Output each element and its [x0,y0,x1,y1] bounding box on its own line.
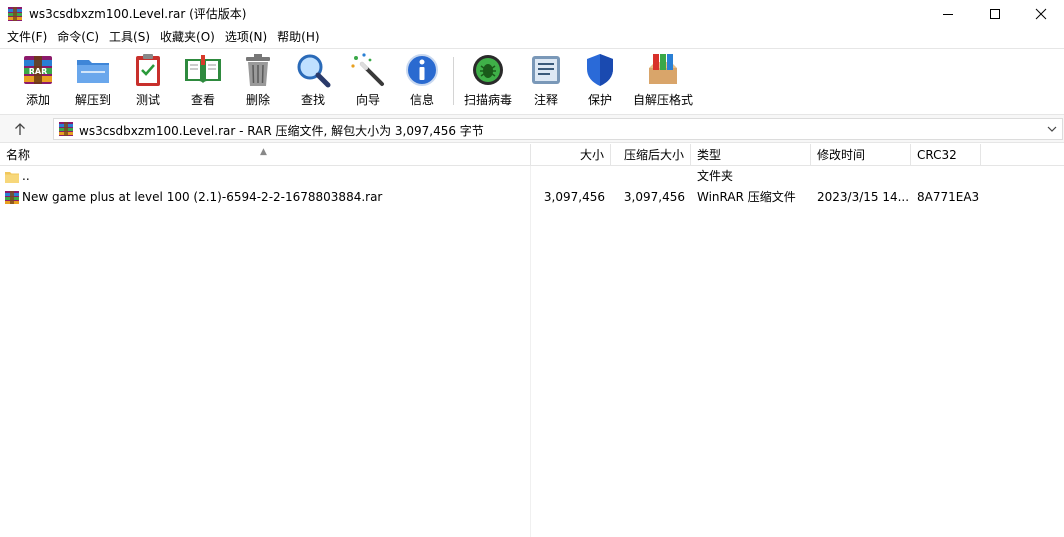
folder-icon [5,172,19,183]
virus-scan-label: 扫描病毒 [463,93,512,107]
menu-options[interactable]: 选项(N) [220,27,272,48]
column-header-type[interactable]: 类型 [691,144,811,166]
info-icon [406,54,438,86]
menu-help[interactable]: 帮助(H) [272,27,324,48]
column-packed-label: 压缩后大小 [623,148,684,162]
column-header-size[interactable]: 大小 [531,144,611,166]
test-button[interactable]: 测试 [128,51,168,111]
find-label: 查找 [300,93,325,107]
toolbar-separator [453,57,454,105]
table-row[interactable]: New game plus at level 100 (2.1)-6594-2-… [0,187,1064,208]
maximize-icon [990,8,1000,19]
row-crc [917,166,981,187]
comment-button[interactable]: 注释 [526,51,566,111]
maximize-button[interactable] [972,0,1018,27]
add-label: 添加 [25,93,50,107]
find-button[interactable]: 查找 [293,51,333,111]
column-header-packed[interactable]: 压缩后大小 [611,144,691,166]
trash-icon [246,54,270,86]
row-type: WinRAR 压缩文件 [697,190,796,204]
minimize-button[interactable] [925,0,971,27]
sfx-button[interactable]: 自解压格式 [632,51,694,111]
close-icon [1035,8,1047,19]
extract-folder-icon [77,60,109,83]
test-label: 测试 [135,93,160,107]
row-packed [611,166,685,187]
close-button[interactable] [1018,0,1064,27]
row-size [531,166,605,187]
column-header-name[interactable]: 名称 ▲ [0,144,531,166]
extract-to-button[interactable]: 解压到 [72,51,114,111]
row-modified: 2023/3/15 14... [817,190,909,204]
delete-button[interactable]: 删除 [238,51,278,111]
column-header-crc[interactable]: CRC32 [911,144,981,166]
rar-archive-icon [59,122,73,136]
menu-commands[interactable]: 命令(C) [52,27,104,48]
address-text: ws3csdbxzm100.Level.rar - RAR 压缩文件, 解包大小… [79,124,484,138]
wizard-button[interactable]: 向导 [348,51,388,111]
comment-icon [532,56,560,84]
chevron-down-icon[interactable] [1046,122,1058,136]
winrar-app-icon [8,7,22,21]
column-size-label: 大小 [579,148,604,162]
svg-text:RAR: RAR [29,67,48,76]
toolbar: RAR 添加 解压到 测试 查看 删除 查找 向导 信息 扫描病毒 注释 保护 … [0,48,1064,114]
view-book-icon [185,55,221,83]
info-label: 信息 [409,93,434,107]
title-bar: ws3csdbxzm100.Level.rar (评估版本) [0,0,1064,27]
view-label: 查看 [190,93,215,107]
column-crc-label: CRC32 [917,148,957,162]
info-button[interactable]: 信息 [402,51,442,111]
test-clipboard-icon [136,54,160,86]
menu-bar: 文件(F) 命令(C) 工具(S) 收藏夹(O) 选项(N) 帮助(H) [0,27,1064,48]
up-level-button[interactable] [8,119,32,139]
virus-scan-button[interactable]: 扫描病毒 [462,51,514,111]
menu-tools[interactable]: 工具(S) [104,27,155,48]
sfx-label: 自解压格式 [632,93,693,107]
protect-button[interactable]: 保护 [580,51,620,111]
arrow-up-icon [15,123,25,135]
row-size: 3,097,456 [543,190,605,204]
file-list-header: 名称 ▲ 大小 压缩后大小 类型 修改时间 CRC32 [0,144,1064,166]
magnifier-icon [297,54,331,88]
view-button[interactable]: 查看 [182,51,224,111]
menu-favorites[interactable]: 收藏夹(O) [155,27,220,48]
row-crc: 8A771EA3 [917,190,980,204]
window-title: ws3csdbxzm100.Level.rar (评估版本) [29,7,247,21]
column-header-modified[interactable]: 修改时间 [811,144,911,166]
row-modified [817,166,909,187]
address-bar: ws3csdbxzm100.Level.rar - RAR 压缩文件, 解包大小… [0,114,1064,143]
sort-up-icon: ▲ [260,147,267,157]
sfx-box-icon [649,54,677,84]
row-name: New game plus at level 100 (2.1)-6594-2-… [22,190,383,204]
menu-file[interactable]: 文件(F) [2,27,52,48]
column-name-label: 名称 [6,148,31,162]
wizard-wand-icon [351,53,384,86]
shield-icon [587,54,613,86]
delete-label: 删除 [245,93,270,107]
column-type-label: 类型 [697,148,722,162]
file-list: .. 文件夹 New game plus at level 100 (2.1)-… [0,166,1064,537]
wizard-label: 向导 [355,93,380,107]
add-button[interactable]: RAR 添加 [18,51,58,111]
extract-to-label: 解压到 [74,93,111,107]
row-packed: 3,097,456 [623,190,685,204]
comment-label: 注释 [533,93,558,107]
address-field[interactable]: ws3csdbxzm100.Level.rar - RAR 压缩文件, 解包大小… [53,118,1063,140]
protect-label: 保护 [587,93,612,107]
column-modified-label: 修改时间 [817,148,866,162]
rar-file-icon [5,191,19,204]
table-row[interactable]: .. 文件夹 [0,166,1064,187]
row-type: 文件夹 [697,169,734,183]
minimize-icon [943,13,953,15]
row-name: .. [22,169,30,183]
virus-scan-icon [473,55,503,85]
add-archive-icon: RAR [24,56,52,84]
